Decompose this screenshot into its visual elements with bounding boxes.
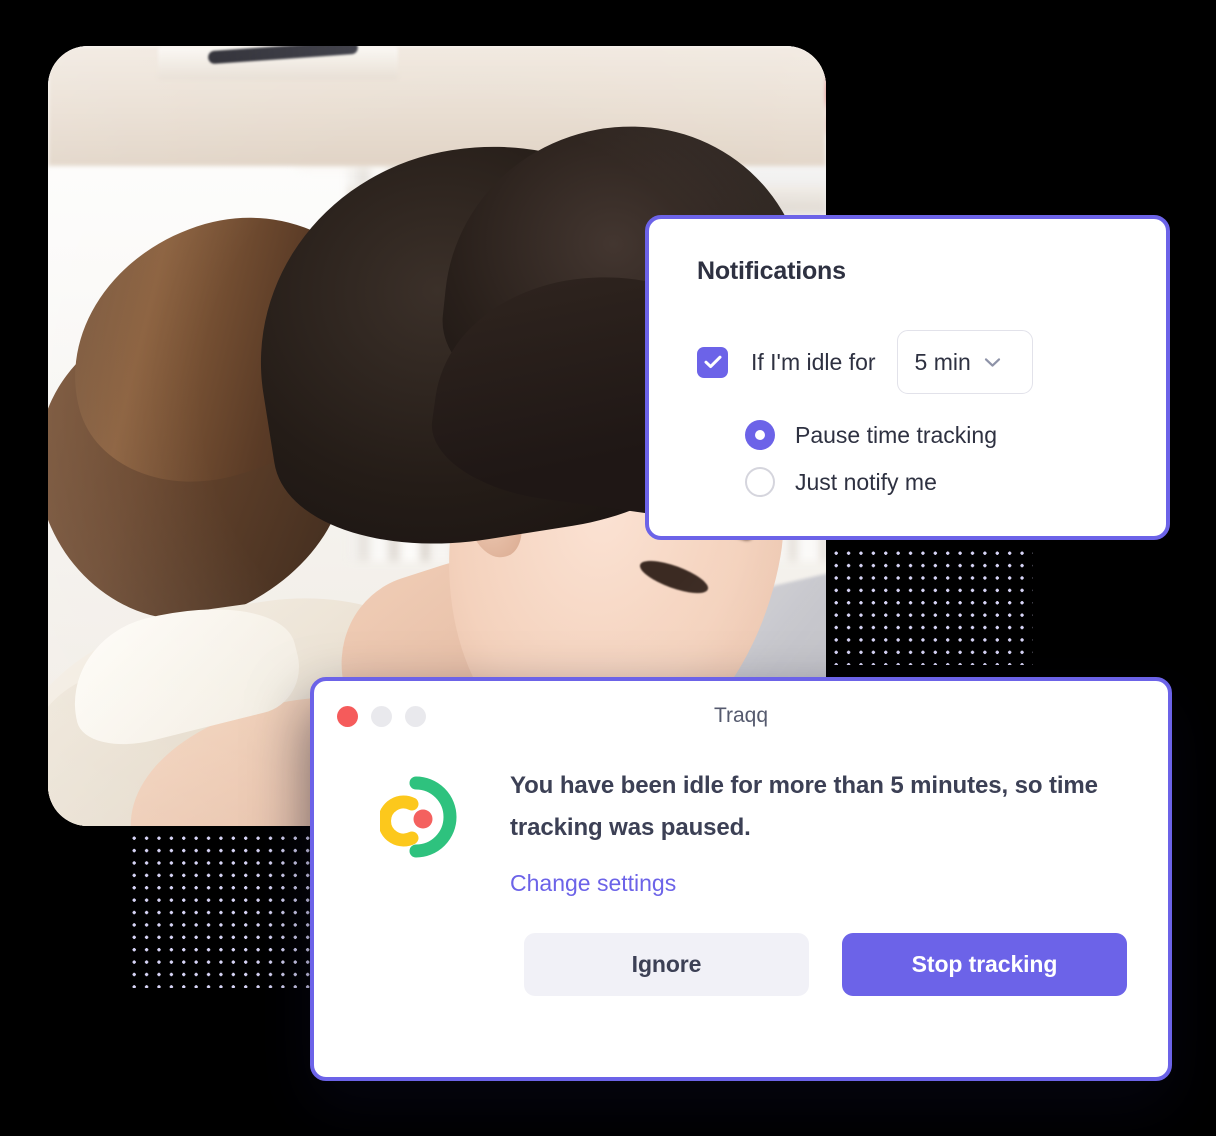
maximize-window-button[interactable] [405, 705, 426, 727]
dialog-text-block: You have been idle for more than 5 minut… [476, 765, 1110, 897]
change-settings-link[interactable]: Change settings [510, 870, 676, 897]
window-title: Traqq [713, 704, 769, 727]
idle-checkbox-label: If I'm idle for [751, 348, 876, 375]
radio-option-label: Just notify me [795, 468, 937, 495]
check-icon [704, 355, 721, 369]
idle-duration-select[interactable]: 5 min [896, 330, 1033, 394]
radio-option-label: Pause time tracking [795, 421, 997, 448]
panel-title: Notifications [697, 257, 846, 285]
dialog-body: You have been idle for more than 5 minut… [314, 751, 1168, 897]
screenshot-stage: Notifications If I'm idle for 5 min Paus… [0, 0, 1216, 1136]
dot-pattern-decoration-left [126, 830, 316, 988]
chevron-down-icon [984, 357, 1001, 368]
radio-option-pause-time-tracking[interactable]: Pause time tracking [745, 420, 1166, 450]
ignore-button[interactable]: Ignore [524, 933, 809, 997]
minimize-window-button[interactable] [371, 705, 392, 727]
traqq-app-window: Traqq You have been idle for more than 5… [310, 677, 1172, 1081]
dot-pattern-decoration-right [828, 545, 1033, 665]
radio-option-just-notify-me[interactable]: Just notify me [745, 467, 1166, 497]
window-titlebar: Traqq [314, 681, 1168, 751]
idle-checkbox[interactable] [697, 346, 728, 378]
stop-tracking-button[interactable]: Stop tracking [842, 933, 1127, 997]
traffic-light-buttons [337, 705, 426, 727]
radio-unselected-icon [745, 467, 775, 497]
idle-message: You have been idle for more than 5 minut… [510, 772, 1098, 841]
idle-setting-row: If I'm idle for 5 min [697, 330, 1166, 394]
dialog-actions: Ignore Stop tracking [314, 897, 1168, 997]
notifications-panel: Notifications If I'm idle for 5 min Paus… [645, 215, 1170, 540]
traqq-logo-icon [378, 765, 476, 897]
close-window-button[interactable] [337, 705, 358, 727]
radio-selected-icon [745, 420, 775, 450]
idle-duration-value: 5 min [914, 348, 971, 375]
